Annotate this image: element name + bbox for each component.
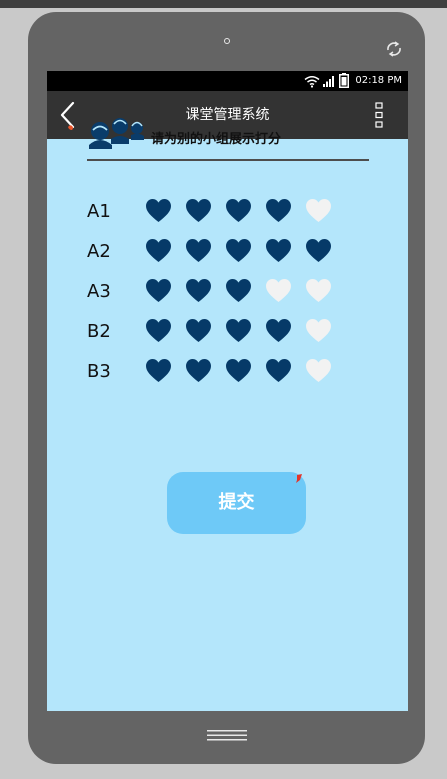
rating-row-a1: A1 bbox=[87, 197, 347, 237]
wifi-icon bbox=[304, 76, 320, 88]
heart-filled-icon[interactable] bbox=[226, 359, 251, 383]
status-time: 02:18 PM bbox=[355, 75, 402, 86]
heart-filled-icon[interactable] bbox=[186, 279, 211, 303]
heart-filled-icon[interactable] bbox=[226, 319, 251, 343]
rating-row-b3: B3 bbox=[87, 357, 347, 397]
heart-rating bbox=[146, 239, 331, 263]
status-bar: 02:18 PM bbox=[47, 71, 408, 91]
heart-filled-icon[interactable] bbox=[146, 319, 171, 343]
group-label: B2 bbox=[87, 321, 111, 342]
heart-filled-icon[interactable] bbox=[266, 239, 291, 263]
rating-row-b2: B2 bbox=[87, 317, 347, 357]
heart-filled-icon[interactable] bbox=[186, 359, 211, 383]
divider bbox=[87, 159, 369, 161]
heart-filled-icon[interactable] bbox=[266, 359, 291, 383]
heart-rating bbox=[146, 279, 331, 303]
screen: 02:18 PM 课堂管理系统 请为别的小组展示打分 A1 A2 A3 B2 B… bbox=[47, 71, 408, 711]
submit-button[interactable]: 提交 bbox=[167, 472, 306, 534]
camera-icon bbox=[224, 38, 230, 44]
top-strip bbox=[0, 0, 447, 8]
heart-filled-icon[interactable] bbox=[186, 199, 211, 223]
heart-rating bbox=[146, 359, 331, 383]
heart-rating bbox=[146, 199, 331, 223]
heart-filled-icon[interactable] bbox=[146, 199, 171, 223]
heart-filled-icon[interactable] bbox=[146, 359, 171, 383]
heart-empty-icon[interactable] bbox=[306, 279, 331, 303]
group-label: A2 bbox=[87, 241, 111, 262]
group-label: A3 bbox=[87, 281, 111, 302]
heart-filled-icon[interactable] bbox=[306, 239, 331, 263]
rating-prompt: 请为别的小组展示打分 bbox=[151, 132, 282, 147]
heart-empty-icon[interactable] bbox=[266, 279, 291, 303]
heart-filled-icon[interactable] bbox=[226, 239, 251, 263]
more-menu-icon[interactable] bbox=[373, 101, 385, 129]
home-menu-button[interactable] bbox=[205, 728, 249, 742]
heart-filled-icon[interactable] bbox=[146, 239, 171, 263]
heart-empty-icon[interactable] bbox=[306, 199, 331, 223]
heart-filled-icon[interactable] bbox=[226, 279, 251, 303]
heart-empty-icon[interactable] bbox=[306, 359, 331, 383]
group-label: B3 bbox=[87, 361, 111, 382]
heart-rating bbox=[146, 319, 331, 343]
phone-frame: 02:18 PM 课堂管理系统 请为别的小组展示打分 A1 A2 A3 B2 B… bbox=[28, 12, 425, 764]
heart-filled-icon[interactable] bbox=[226, 199, 251, 223]
rating-list: A1 A2 A3 B2 B3 bbox=[87, 197, 347, 397]
group-label: A1 bbox=[87, 201, 111, 222]
rating-row-a2: A2 bbox=[87, 237, 347, 277]
rating-row-a3: A3 bbox=[87, 277, 347, 317]
heart-filled-icon[interactable] bbox=[186, 319, 211, 343]
heart-filled-icon[interactable] bbox=[266, 199, 291, 223]
heart-filled-icon[interactable] bbox=[146, 279, 171, 303]
signal-icon bbox=[323, 76, 334, 87]
heart-filled-icon[interactable] bbox=[266, 319, 291, 343]
heart-filled-icon[interactable] bbox=[186, 239, 211, 263]
battery-icon bbox=[339, 73, 349, 88]
group-icon bbox=[89, 118, 144, 149]
heart-empty-icon[interactable] bbox=[306, 319, 331, 343]
note-marker-icon bbox=[296, 474, 302, 483]
rotate-icon[interactable] bbox=[384, 40, 404, 58]
